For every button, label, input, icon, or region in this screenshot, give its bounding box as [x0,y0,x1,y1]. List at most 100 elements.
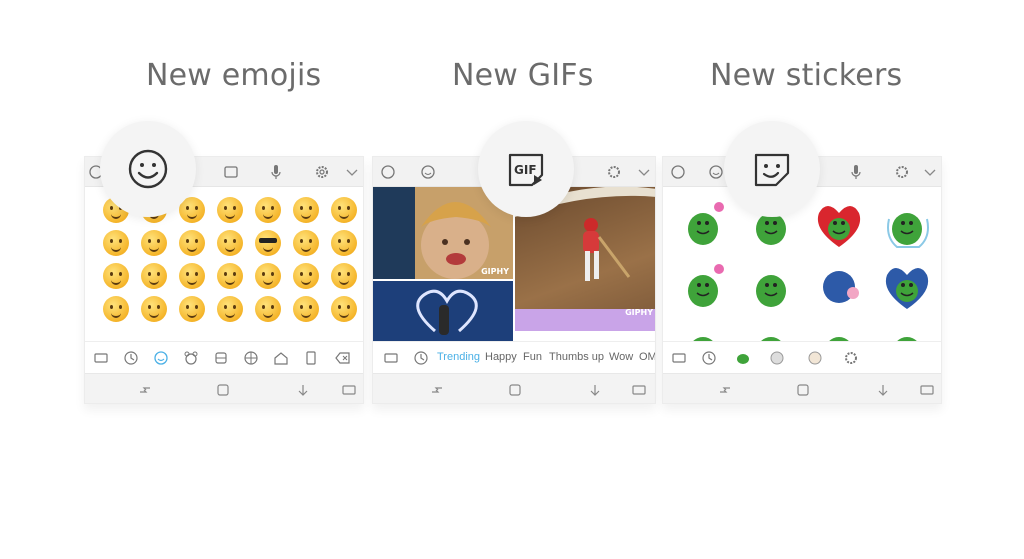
emoji-item[interactable] [255,229,281,256]
keyboard-switch-icon[interactable] [631,382,647,398]
settings-icon[interactable] [313,163,331,181]
recent-apps-icon[interactable] [507,382,523,398]
emoji-bubble [100,121,196,217]
emoji-item[interactable] [217,229,243,256]
gif-heart-image [416,289,478,335]
gif-nav-bar [373,373,655,403]
title-new-stickers: New stickers [710,58,903,93]
emoji-item[interactable] [255,295,281,322]
sticker-grid-area [663,187,941,372]
giphy-watermark: GIPHY [625,308,653,317]
emoji-item[interactable] [179,229,205,256]
sticker-item[interactable] [811,261,867,313]
settings-icon[interactable] [843,350,859,366]
dragon-pack-icon[interactable] [735,350,751,366]
sticker-icon [754,153,790,187]
back-icon[interactable] [295,382,311,398]
gif-badge-text: GIF [514,163,537,177]
microphone-icon[interactable] [267,163,285,181]
recent-apps-icon[interactable] [795,382,811,398]
emoji-item[interactable] [103,229,129,256]
keyboard-icon[interactable] [93,350,109,366]
sticker-item[interactable] [879,199,935,251]
emoji-category-bar [85,341,363,373]
emoji-item[interactable] [331,262,357,289]
recent-icon[interactable] [701,350,717,366]
back-icon[interactable] [875,382,891,398]
emoji-item[interactable] [141,295,167,322]
gif-bubble: GIF [478,121,574,217]
keyboard-switch-icon[interactable] [341,382,357,398]
sticker-item[interactable] [675,261,731,313]
sticker-pack-bar [663,341,941,373]
tab-om[interactable]: OM [639,351,655,363]
hide-icon[interactable] [429,382,445,398]
emoji-item[interactable] [293,229,319,256]
smiley-icon[interactable] [419,163,437,181]
emoji-item[interactable] [141,229,167,256]
keyboard-switch-icon[interactable] [919,382,935,398]
emoji-item[interactable] [179,262,205,289]
chevron-down-icon[interactable] [635,163,653,181]
animals-icon[interactable] [183,350,199,366]
emoji-item[interactable] [293,295,319,322]
gif-icon: GIF [508,153,544,187]
giphy-watermark: GIPHY [481,267,509,276]
chevron-down-icon[interactable] [921,163,939,181]
emoji-item[interactable] [103,295,129,322]
sticker-bubble [724,121,820,217]
translate-icon[interactable] [379,163,397,181]
sports-icon[interactable] [243,350,259,366]
hide-icon[interactable] [717,382,733,398]
food-icon[interactable] [213,350,229,366]
objects-icon[interactable] [303,350,319,366]
tab-fun[interactable]: Fun [523,351,542,363]
sticker-item[interactable] [675,199,731,251]
sticker-item[interactable] [811,199,867,251]
places-icon[interactable] [273,350,289,366]
keyboard-icon[interactable] [671,350,687,366]
settings-icon[interactable] [893,163,911,181]
emoji-item[interactable] [217,262,243,289]
sticker-item[interactable] [743,261,799,313]
emoji-item[interactable] [217,196,243,223]
pack-2-icon[interactable] [769,350,785,366]
microphone-icon[interactable] [847,163,865,181]
emoji-item[interactable] [103,262,129,289]
recent-icon[interactable] [413,350,429,366]
tab-trending[interactable]: Trending [437,351,480,363]
back-icon[interactable] [587,382,603,398]
recent-apps-icon[interactable] [215,382,231,398]
translate-icon[interactable] [669,163,687,181]
emoji-item[interactable] [293,196,319,223]
keyboard-icon[interactable] [383,350,399,366]
emoji-item[interactable] [179,295,205,322]
hide-icon[interactable] [137,382,153,398]
backspace-icon[interactable] [335,350,351,366]
smileys-icon[interactable] [153,350,169,366]
sticker-item[interactable] [879,261,935,313]
chevron-down-icon[interactable] [343,163,361,181]
sticker-nav-bar [663,373,941,403]
tab-happy[interactable]: Happy [485,351,517,363]
tab-thumbs-up[interactable]: Thumbs up [549,351,604,363]
emoji-item[interactable] [331,229,357,256]
emoji-item[interactable] [331,196,357,223]
smiley-icon[interactable] [707,163,725,181]
title-new-gifs: New GIFs [452,58,594,93]
tab-wow[interactable]: Wow [609,351,633,363]
gif-tile-heart[interactable] [373,281,513,341]
emoji-grid-area [85,187,363,367]
pack-3-icon[interactable] [807,350,823,366]
gif-icon[interactable] [222,163,240,181]
smiley-icon [128,149,168,189]
emoji-item[interactable] [217,295,243,322]
recent-icon[interactable] [123,350,139,366]
settings-icon[interactable] [605,163,623,181]
emoji-item[interactable] [331,295,357,322]
title-new-emojis: New emojis [146,58,322,93]
emoji-item[interactable] [255,262,281,289]
emoji-item[interactable] [141,262,167,289]
emoji-item[interactable] [293,262,319,289]
emoji-item[interactable] [255,196,281,223]
